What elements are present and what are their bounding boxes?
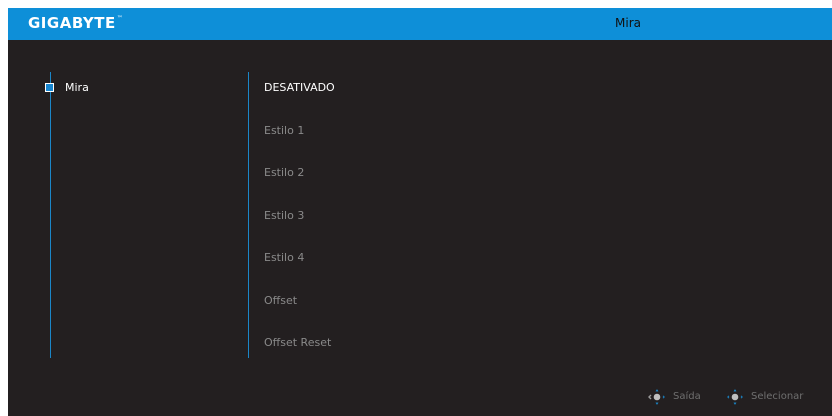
joystick-press-icon: [727, 389, 743, 405]
option-estilo-2[interactable]: Estilo 2: [264, 166, 335, 209]
footer-hints: Saída Selecionar: [8, 388, 832, 408]
option-desativado[interactable]: DESATIVADO: [264, 81, 335, 124]
option-offset-reset[interactable]: Offset Reset: [264, 336, 335, 379]
exit-label: Saída: [673, 391, 701, 402]
brand-trademark: ™: [116, 15, 124, 22]
active-marker-icon: [45, 83, 54, 92]
joystick-left-icon: [648, 389, 665, 405]
brand-logo: GIGABYTE™: [28, 14, 123, 32]
option-estilo-3[interactable]: Estilo 3: [264, 209, 335, 252]
options-list: DESATIVADO Estilo 1 Estilo 2 Estilo 3 Es…: [264, 81, 335, 379]
options-divider: [248, 72, 249, 358]
menu-title: Mira: [615, 16, 641, 30]
select-label: Selecionar: [751, 391, 804, 402]
option-estilo-4[interactable]: Estilo 4: [264, 251, 335, 294]
sidebar-divider: [50, 72, 51, 358]
sidebar-item-label: Mira: [65, 81, 89, 94]
option-estilo-1[interactable]: Estilo 1: [264, 124, 335, 167]
brand-name: GIGABYTE: [28, 14, 116, 32]
osd-menu: GIGABYTE™ Mira Mira DESATIVADO Estilo 1 …: [8, 8, 832, 416]
header-bar: GIGABYTE™ Mira: [8, 8, 832, 40]
option-offset[interactable]: Offset: [264, 294, 335, 337]
